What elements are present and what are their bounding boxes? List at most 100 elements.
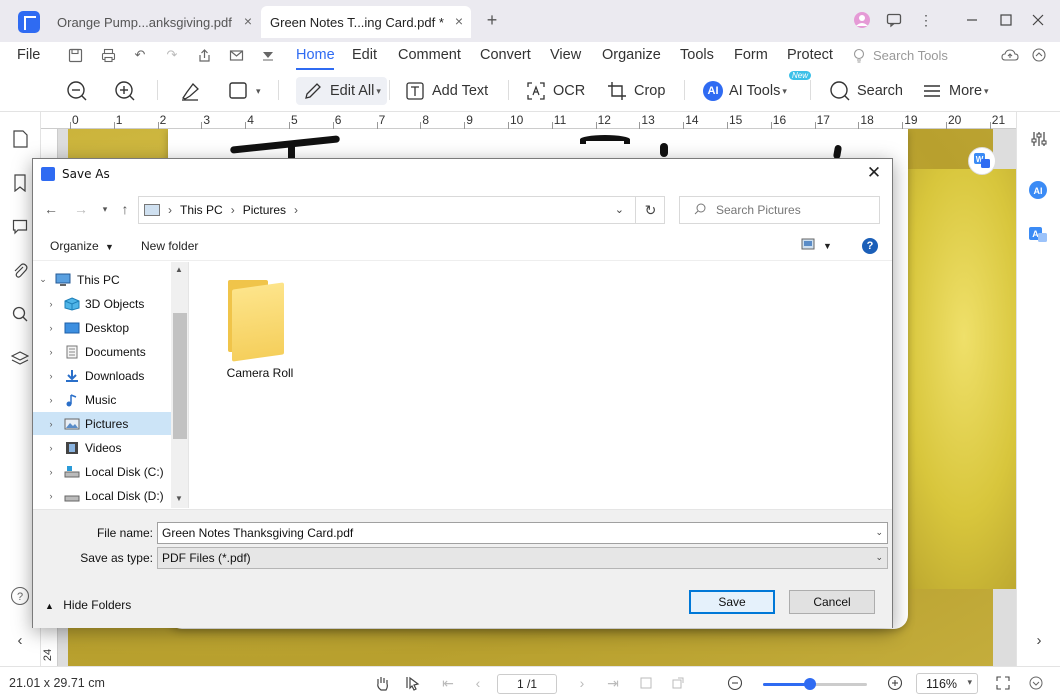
up-arrow-icon[interactable]: ↑ xyxy=(117,201,133,217)
close-icon[interactable]: × xyxy=(244,13,252,29)
menu-comment[interactable]: Comment xyxy=(398,47,461,63)
minimize-icon[interactable] xyxy=(962,10,982,30)
zoom-level-select[interactable]: 116% ▾ xyxy=(916,673,978,694)
tree-item-downloads[interactable]: › Downloads xyxy=(33,364,171,387)
chevron-down-icon[interactable]: ⌄ xyxy=(38,274,48,285)
tree-item-pictures[interactable]: › Pictures xyxy=(33,412,171,435)
more-button[interactable]: More ▾ xyxy=(921,77,989,105)
add-text-button[interactable]: Add Text xyxy=(404,77,488,105)
zoom-in-button[interactable] xyxy=(114,77,142,105)
avatar[interactable] xyxy=(852,10,872,30)
collapse-ribbon-icon[interactable] xyxy=(1030,46,1048,64)
address-dropdown-icon[interactable]: ⌄ xyxy=(615,203,624,216)
address-bar[interactable]: › This PC › Pictures › ⌄ xyxy=(138,196,665,224)
layers-icon[interactable] xyxy=(10,348,30,368)
chevron-right-icon[interactable]: › xyxy=(46,395,56,405)
next-page-icon[interactable]: › xyxy=(572,673,592,693)
menu-form[interactable]: Form xyxy=(734,47,768,63)
search-button[interactable]: Search xyxy=(829,77,903,105)
search-icon[interactable] xyxy=(10,304,30,324)
save-type-select[interactable]: PDF Files (*.pdf) ⌄ xyxy=(157,547,888,569)
search-field[interactable]: Search Pictures xyxy=(679,196,880,224)
comment-icon[interactable] xyxy=(10,217,30,237)
zoom-out-button[interactable] xyxy=(66,77,94,105)
scrollbar-thumb[interactable] xyxy=(173,313,187,439)
organize-button[interactable]: Organize ▼ xyxy=(50,239,114,253)
chevron-right-icon[interactable]: › xyxy=(46,323,56,333)
email-icon[interactable] xyxy=(227,46,245,64)
select-tool-icon[interactable] xyxy=(403,673,423,693)
help-button[interactable]: ? xyxy=(862,238,878,254)
zoom-slider[interactable] xyxy=(763,678,867,690)
fit-page-icon[interactable] xyxy=(993,673,1013,693)
undo-icon[interactable]: ↶ xyxy=(131,46,149,64)
tree-item-music[interactable]: › Music xyxy=(33,388,171,411)
chevron-right-icon[interactable]: › xyxy=(46,371,56,381)
ai-assistant-icon[interactable]: AI xyxy=(1028,180,1048,200)
view-options-icon[interactable] xyxy=(801,238,815,253)
chevron-right-icon[interactable]: › xyxy=(46,443,56,453)
breadcrumb-this-pc[interactable]: This PC xyxy=(180,203,223,217)
cancel-button[interactable]: Cancel xyxy=(789,590,875,614)
tree-item-3d-objects[interactable]: › 3D Objects xyxy=(33,292,171,315)
collapse-left-icon[interactable]: ‹ xyxy=(10,630,30,650)
bookmark-icon[interactable] xyxy=(10,173,30,193)
collapse-right-icon[interactable]: › xyxy=(1029,630,1049,650)
folder-camera-roll[interactable]: Camera Roll xyxy=(227,280,293,380)
shape-button[interactable]: ▾ xyxy=(228,77,261,105)
rotate-icon[interactable] xyxy=(668,673,688,693)
pages-icon[interactable] xyxy=(10,129,30,149)
chevron-right-icon[interactable]: › xyxy=(46,491,56,501)
file-name-input[interactable]: Green Notes Thanksgiving Card.pdf ⌄ xyxy=(157,522,888,544)
tab-orange-pumpkin[interactable]: Orange Pump...anksgiving.pdf × xyxy=(48,6,260,38)
search-tools-input[interactable]: Search Tools xyxy=(873,48,948,63)
zoom-slider-knob[interactable] xyxy=(803,678,816,690)
chevron-right-icon[interactable]: › xyxy=(46,419,56,429)
last-page-icon[interactable]: ⇥ xyxy=(603,673,623,693)
quick-access-dropdown-icon[interactable] xyxy=(259,46,277,64)
scroll-up-icon[interactable]: ▲ xyxy=(175,265,183,274)
hand-tool-icon[interactable] xyxy=(372,673,392,693)
edit-all-button[interactable]: Edit All ▾ xyxy=(296,77,387,105)
save-icon[interactable] xyxy=(66,46,84,64)
menu-convert[interactable]: Convert xyxy=(480,47,531,63)
redo-icon[interactable]: ↷ xyxy=(163,46,181,64)
prev-page-icon[interactable]: ‹ xyxy=(468,673,488,693)
properties-icon[interactable] xyxy=(1029,129,1049,149)
refresh-button[interactable]: ↻ xyxy=(635,196,665,224)
tab-green-notes[interactable]: Green Notes T...ing Card.pdf * × xyxy=(261,6,471,38)
ocr-button[interactable]: OCR xyxy=(525,77,585,105)
collapse-status-icon[interactable] xyxy=(1026,673,1046,693)
highlight-button[interactable] xyxy=(179,77,207,105)
forward-arrow-icon[interactable]: → xyxy=(73,201,89,217)
window-close-icon[interactable] xyxy=(1028,10,1048,30)
cloud-upload-icon[interactable] xyxy=(1001,46,1019,64)
scroll-down-icon[interactable]: ▼ xyxy=(175,494,183,503)
crop-button[interactable]: Crop xyxy=(606,77,665,105)
menu-protect[interactable]: Protect xyxy=(787,47,833,63)
tree-item-local-disk-d[interactable]: › Local Disk (D:) xyxy=(33,484,171,507)
back-arrow-icon[interactable]: ← xyxy=(43,201,59,217)
feedback-icon[interactable] xyxy=(884,10,904,30)
new-folder-button[interactable]: New folder xyxy=(141,239,198,253)
menu-organize[interactable]: Organize xyxy=(602,47,661,63)
new-tab-icon[interactable]: + xyxy=(482,10,502,30)
menu-view[interactable]: View xyxy=(550,47,581,63)
tree-item-desktop[interactable]: › Desktop xyxy=(33,316,171,339)
tree-item-documents[interactable]: › Documents xyxy=(33,340,171,363)
tree-scrollbar[interactable]: ▲ ▼ xyxy=(171,262,188,508)
zoom-out-icon[interactable] xyxy=(725,673,745,693)
tree-item-local-disk-c[interactable]: › Local Disk (C:) xyxy=(33,460,171,483)
close-icon[interactable]: × xyxy=(455,13,463,29)
translate-icon[interactable]: A xyxy=(1028,225,1048,245)
zoom-in-icon[interactable] xyxy=(885,673,905,693)
dialog-close-icon[interactable]: ✕ xyxy=(862,163,886,185)
more-vertical-icon[interactable]: ⋮ xyxy=(916,10,936,30)
menu-tools[interactable]: Tools xyxy=(680,47,714,63)
maximize-icon[interactable] xyxy=(996,10,1016,30)
chevron-right-icon[interactable]: › xyxy=(46,467,56,477)
menu-file[interactable]: File xyxy=(17,47,40,63)
chevron-right-icon[interactable]: › xyxy=(46,299,56,309)
chevron-right-icon[interactable]: › xyxy=(46,347,56,357)
tree-item-this-pc[interactable]: ⌄ This PC xyxy=(33,268,171,291)
